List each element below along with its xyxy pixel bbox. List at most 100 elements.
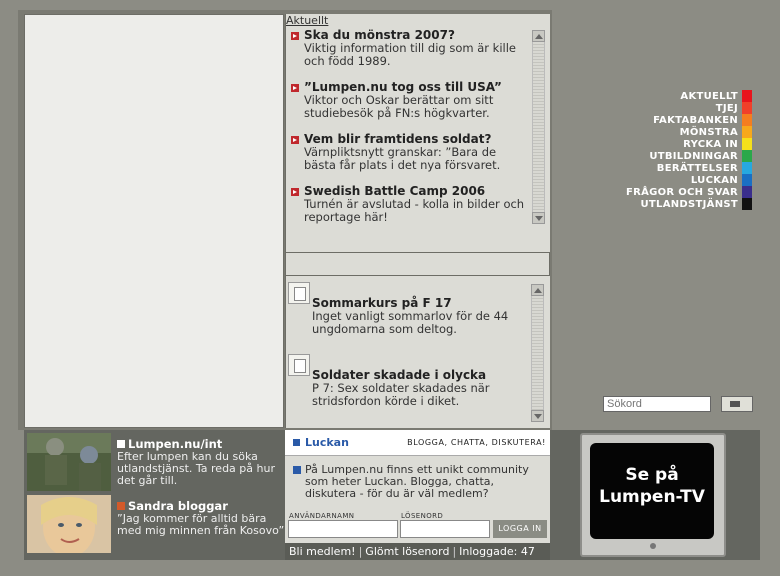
image-placeholder-icon (288, 282, 310, 304)
news-item[interactable]: Swedish Battle Camp 2006 Turnén är avslu… (290, 184, 530, 224)
tv-screen[interactable]: Se på Lumpen-TV (590, 443, 714, 539)
news-title[interactable]: ”Lumpen.nu tog oss till USA” (304, 80, 530, 94)
menu-item-label[interactable]: RYCKA IN (683, 139, 738, 150)
luckan-box: Luckan BLOGGA, CHATTA, DISKUTERA! På Lum… (285, 430, 550, 543)
menu-item-rycka-in[interactable]: RYCKA IN (626, 138, 752, 150)
tv-line1: Se på (625, 465, 679, 485)
scroll-track[interactable] (531, 296, 544, 410)
arrow-right-icon (291, 136, 299, 144)
promo-title[interactable]: Sandra bloggar (117, 499, 228, 513)
lumpen-tv-banner[interactable]: Se på Lumpen-TV (580, 433, 726, 557)
news-item[interactable]: ”Lumpen.nu tog oss till USA” Viktor och … (290, 80, 530, 120)
menu-item-label[interactable]: FRÅGOR OCH SVAR (626, 187, 738, 198)
online-count: Inloggade: 47 (459, 545, 535, 558)
promo-text: Efter lumpen kan du söka utlandstjänst. … (117, 450, 275, 487)
divider-strip (285, 252, 550, 276)
kurs-text: Inget vanligt sommarlov för de 44 ungdom… (312, 309, 509, 336)
menu-item-luckan[interactable]: LUCKAN (626, 174, 752, 186)
tv-line2: Lumpen-TV (599, 487, 705, 507)
news-title[interactable]: Swedish Battle Camp 2006 (304, 184, 530, 198)
list-item[interactable]: Soldater skadade i olycka P 7: Sex solda… (288, 354, 528, 408)
login-button[interactable]: LOGGA IN (493, 520, 547, 538)
separator: | (358, 545, 363, 558)
sandra-photo[interactable] (27, 495, 111, 553)
menu-item-faktabanken[interactable]: FAKTABANKEN (626, 114, 752, 126)
promo-sandra-bloggar[interactable]: Sandra bloggar ”Jag kommer för alltid bä… (27, 495, 284, 553)
join-link[interactable]: Bli medlem! (289, 545, 356, 558)
arrow-right-icon (291, 188, 299, 196)
list-item[interactable]: Sommarkurs på F 17 Inget vanligt sommarl… (288, 282, 528, 336)
menu-item-utbildningar[interactable]: UTBILDNINGAR (626, 150, 752, 162)
menu-item-frågor-och-svar[interactable]: FRÅGOR OCH SVAR (626, 186, 752, 198)
luckan-description: På Lumpen.nu finns ett unikt community s… (293, 464, 543, 500)
menu-item-label[interactable]: BERÄTTELSER (657, 163, 738, 174)
member-footer: Bli medlem! | Glömt lösenord | Inloggade: 47 (285, 543, 550, 560)
kurs-title[interactable]: Sommarkurs på F 17 (312, 282, 528, 310)
username-field[interactable] (288, 520, 398, 538)
knob-icon (650, 543, 656, 549)
news-item[interactable]: Ska du mönstra 2007? Viktig information … (290, 28, 530, 68)
news-text: Turnén är avslutad - kolla in bilder och… (304, 197, 525, 224)
square-icon (293, 439, 300, 446)
news-title[interactable]: Ska du mönstra 2007? (304, 28, 530, 42)
news-scrollbar[interactable] (532, 30, 545, 224)
news-text: Värnpliktsnytt granskar: ”Bara de bästa … (304, 145, 501, 172)
arrow-right-icon (291, 32, 299, 40)
scroll-down-icon[interactable] (532, 212, 545, 224)
promo-title-text[interactable]: Lumpen.nu/int (128, 437, 222, 451)
menu-item-tjej[interactable]: TJEJ (626, 102, 752, 114)
luckan-title[interactable]: Luckan (305, 436, 349, 449)
news-item[interactable]: Vem blir framtidens soldat? Värnpliktsny… (290, 132, 530, 172)
color-swatch (742, 138, 752, 150)
menu-item-mönstra[interactable]: MÖNSTRA (626, 126, 752, 138)
kurs-list: Sommarkurs på F 17 Inget vanligt sommarl… (288, 282, 528, 422)
menu-item-label[interactable]: TJEJ (716, 103, 738, 114)
scroll-up-icon[interactable] (532, 30, 545, 42)
scroll-down-icon[interactable] (531, 410, 544, 422)
soldiers-photo[interactable] (27, 433, 111, 491)
flash-placeholder (24, 14, 284, 428)
color-swatch (742, 198, 752, 210)
news-text: Viktig information till dig som är kille… (304, 41, 516, 68)
kurs-text: P 7: Sex soldater skadades när stridsfor… (312, 381, 490, 408)
menu-item-label[interactable]: LUCKAN (691, 175, 738, 186)
scroll-up-icon[interactable] (531, 284, 544, 296)
kurs-title[interactable]: Soldater skadade i olycka (312, 354, 528, 382)
color-swatch (742, 90, 752, 102)
forgot-password-link[interactable]: Glömt lösenord (365, 545, 449, 558)
color-swatch (742, 102, 752, 114)
color-swatch (742, 114, 752, 126)
menu-item-label[interactable]: MÖNSTRA (680, 127, 738, 138)
promo-title[interactable]: Lumpen.nu/int (117, 437, 222, 451)
search-button[interactable] (721, 396, 753, 412)
login-labels: ANVÄNDARNAMN LÖSENORD (289, 512, 443, 520)
luckan-tagline: BLOGGA, CHATTA, DISKUTERA! (407, 438, 546, 447)
promo-title-text[interactable]: Sandra bloggar (128, 499, 228, 513)
news-title[interactable]: Vem blir framtidens soldat? (304, 132, 530, 146)
password-field[interactable] (400, 520, 490, 538)
scroll-track[interactable] (532, 42, 545, 212)
kurs-scrollbar[interactable] (531, 284, 544, 422)
color-swatch (742, 174, 752, 186)
menu-item-berättelser[interactable]: BERÄTTELSER (626, 162, 752, 174)
search-input[interactable] (603, 396, 711, 412)
arrow-right-icon (291, 84, 299, 92)
news-list: Ska du mönstra 2007? Viktig information … (290, 28, 530, 240)
username-label: ANVÄNDARNAMN (289, 512, 355, 520)
separator: | (452, 545, 457, 558)
menu-item-label[interactable]: UTLANDSTJÄNST (641, 199, 739, 210)
color-swatch (742, 150, 752, 162)
menu-item-aktuellt[interactable]: AKTUELLT (626, 90, 752, 102)
menu-item-utlandstjänst[interactable]: UTLANDSTJÄNST (626, 198, 752, 210)
main-menu: AKTUELLT TJEJ FAKTABANKEN MÖNSTRA RYCKA IN UT… (626, 90, 752, 210)
image-placeholder-icon (288, 354, 310, 376)
arrow-right-icon (293, 466, 301, 474)
news-text: Viktor och Oskar berättar om sitt studie… (304, 93, 494, 120)
aktuellt-link[interactable]: Aktuellt (286, 14, 328, 27)
menu-item-label[interactable]: UTBILDNINGAR (649, 151, 738, 162)
promo-lumpen-int[interactable]: Lumpen.nu/int Efter lumpen kan du söka u… (27, 433, 283, 491)
menu-item-label[interactable]: FAKTABANKEN (653, 115, 738, 126)
password-label: LÖSENORD (401, 512, 444, 520)
menu-item-label[interactable]: AKTUELLT (680, 91, 738, 102)
luckan-text: På Lumpen.nu finns ett unikt community s… (305, 463, 529, 500)
